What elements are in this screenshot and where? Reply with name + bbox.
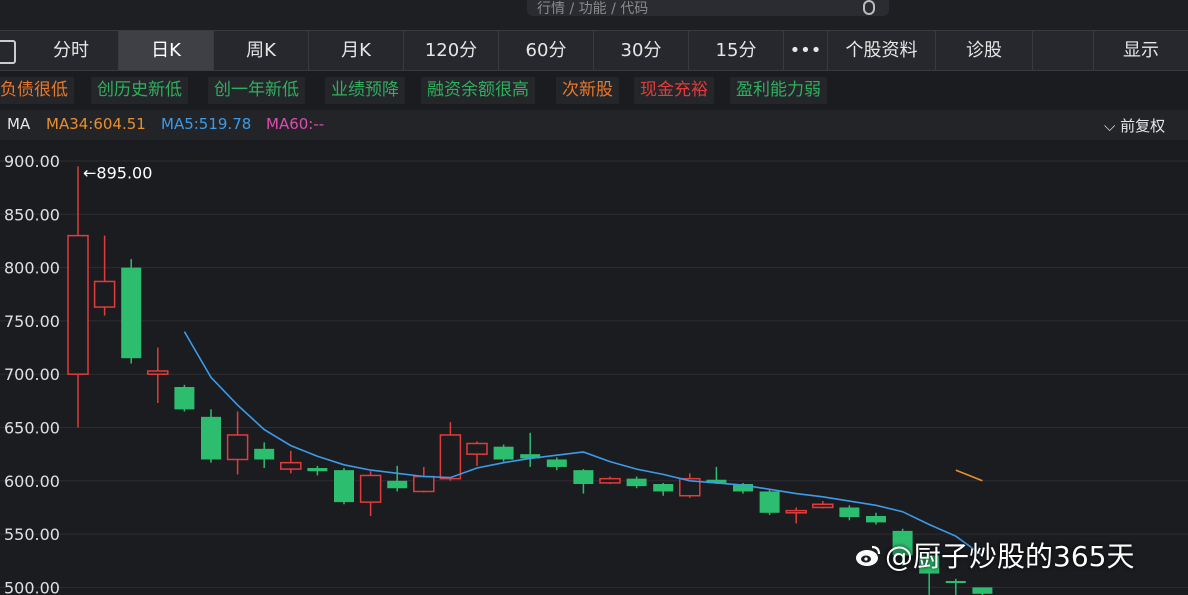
tag-cash-rich[interactable]: 现金充裕 xyxy=(634,77,714,104)
more-periods-button[interactable]: ••• xyxy=(784,31,828,70)
chevron-down-icon: ⌵ xyxy=(1104,117,1121,135)
y-tick-label: 850.00 xyxy=(4,205,60,224)
tag-high-margin-balance[interactable]: 融资余额很高 xyxy=(421,77,535,104)
tab-120min[interactable]: 120分 xyxy=(404,31,499,70)
high-price-label: ←895.00 xyxy=(83,163,152,182)
panel-toggle-icon[interactable] xyxy=(0,40,16,64)
ma5-value: MA5:519.78 xyxy=(161,115,252,133)
ma-label[interactable]: MA xyxy=(7,115,30,133)
candle-body xyxy=(254,448,275,460)
candle-body xyxy=(785,509,807,514)
search-input[interactable]: 行情 / 功能 / 代码 xyxy=(537,0,648,18)
candle-body xyxy=(307,468,328,472)
candlestick-chart[interactable]: 900.00 850.00 800.00 750.00 700.00 650.00 600.… xyxy=(0,140,1188,595)
watermark-text: @厨子炒股的365天 xyxy=(885,540,1135,573)
tab-15min[interactable]: 15分 xyxy=(689,31,784,70)
y-tick-label: 600.00 xyxy=(4,472,60,491)
candle-body xyxy=(226,434,249,461)
microphone-icon[interactable] xyxy=(863,0,875,15)
candle-body xyxy=(599,477,621,484)
candle-body xyxy=(413,475,435,493)
period-tab-bar: 分时 日K 周K 月K 120分 60分 30分 15分 ••• 个股资料 诊股… xyxy=(0,30,1188,71)
tab-stock-profile[interactable]: 个股资料 xyxy=(828,31,936,70)
candle-body xyxy=(334,470,354,503)
top-toolbar: 行情 / 功能 / 代码 xyxy=(0,0,1188,30)
tab-monthly-k[interactable]: 月K xyxy=(309,31,404,70)
candle-body xyxy=(759,491,780,513)
ma5-line xyxy=(183,331,983,557)
stock-tags-bar: 负债很低 创历史新低 创一年新低 业绩预降 融资余额很高 次新股 现金充裕 盈利… xyxy=(0,71,1188,109)
candle-body xyxy=(147,370,169,375)
y-tick-label: 750.00 xyxy=(4,312,60,331)
candle-body xyxy=(812,503,834,509)
candle-body xyxy=(174,386,195,410)
tab-stock-diagnosis[interactable]: 诊股 xyxy=(936,31,1033,70)
candle-body xyxy=(653,483,674,492)
candle-body xyxy=(546,459,567,467)
y-tick-label: 700.00 xyxy=(4,365,60,384)
candle-body xyxy=(93,280,116,308)
tab-intraday[interactable]: 分时 xyxy=(24,31,119,70)
y-tick-label: 900.00 xyxy=(4,152,60,171)
tag-earnings-decline[interactable]: 业绩预降 xyxy=(325,77,405,104)
candle-body xyxy=(493,446,514,460)
ma60-value: MA60:-- xyxy=(266,115,325,133)
tab-weekly-k[interactable]: 周K xyxy=(214,31,309,70)
candle-body xyxy=(439,434,462,480)
y-tick-label: 650.00 xyxy=(4,419,60,438)
candle-body xyxy=(626,478,647,487)
tag-low-debt[interactable]: 负债很低 xyxy=(0,77,74,104)
moving-average-bar: MA MA34:604.51 MA5:519.78 MA60:-- ⌵ 前复权 xyxy=(0,110,1188,140)
candle-body xyxy=(121,267,142,359)
candle-body xyxy=(839,507,860,518)
tag-one-year-low[interactable]: 创一年新低 xyxy=(208,77,305,104)
ma34-line xyxy=(955,469,983,482)
y-tick-label: 800.00 xyxy=(4,259,60,278)
y-tick-label: 550.00 xyxy=(4,525,60,544)
watermark: @厨子炒股的365天 xyxy=(855,535,1134,575)
candle-body xyxy=(201,416,221,460)
candle-body xyxy=(387,480,408,489)
candle-body xyxy=(945,581,966,584)
search-box[interactable]: 行情 / 功能 / 代码 xyxy=(527,0,889,18)
candle-body xyxy=(972,587,993,594)
candle-body xyxy=(866,515,886,523)
ma34-value: MA34:604.51 xyxy=(46,115,146,133)
weibo-logo-icon xyxy=(856,545,881,566)
y-tick-label: 500.00 xyxy=(4,578,60,595)
price-adjust-dropdown[interactable]: ⌵ 前复权 xyxy=(1104,115,1165,136)
tab-30min[interactable]: 30分 xyxy=(594,31,689,70)
candle-body xyxy=(466,442,488,455)
display-settings-button[interactable]: 显示 xyxy=(1093,31,1188,70)
tag-new-listing[interactable]: 次新股 xyxy=(556,77,619,104)
tag-weak-profitability[interactable]: 盈利能力弱 xyxy=(730,77,827,104)
candle-body xyxy=(359,474,382,503)
tab-daily-k[interactable]: 日K xyxy=(119,31,214,70)
price-adjust-label: 前复权 xyxy=(1120,117,1166,135)
candle-body xyxy=(280,461,302,470)
tag-all-time-low[interactable]: 创历史新低 xyxy=(91,77,188,104)
tab-60min[interactable]: 60分 xyxy=(499,31,594,70)
candle-body xyxy=(573,470,594,484)
candle-body xyxy=(67,234,89,375)
